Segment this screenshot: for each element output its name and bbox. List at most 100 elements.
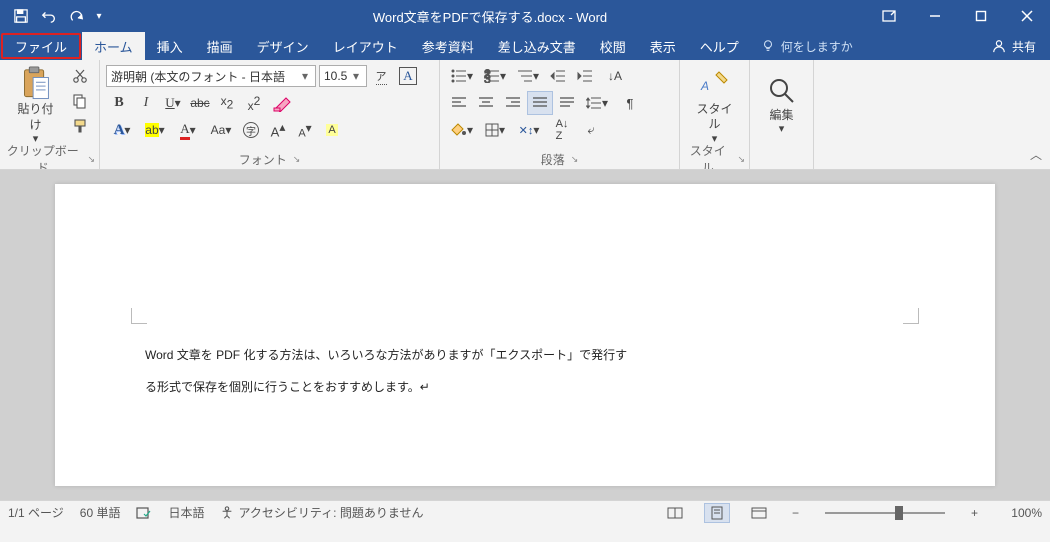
web-layout-icon[interactable] <box>746 503 772 523</box>
title-bar: ▾ Word文章をPDFで保存する.docx - Word <box>0 0 1050 32</box>
editing-button[interactable]: 編集▾ <box>761 64 803 148</box>
tab-insert[interactable]: 挿入 <box>145 32 195 60</box>
line-spacing-icon[interactable]: ▾ <box>581 91 613 115</box>
dialog-launcher-icon[interactable]: ↘ <box>293 154 301 165</box>
bold-icon[interactable]: B <box>106 91 132 115</box>
asian-layout-icon[interactable]: ✕↕▾ <box>512 118 546 142</box>
undo-icon[interactable] <box>36 3 62 29</box>
decrease-indent-icon[interactable] <box>545 64 571 88</box>
word-count[interactable]: 60 単語 <box>80 504 121 521</box>
zoom-slider[interactable] <box>825 512 945 514</box>
page[interactable]: Word 文章を PDF 化する方法は、いろいろな方法がありますが「エクスポート… <box>55 184 995 486</box>
save-icon[interactable] <box>8 3 34 29</box>
tab-references[interactable]: 参考資料 <box>410 32 486 60</box>
share-button[interactable]: 共有 <box>978 32 1050 60</box>
document-area[interactable]: Word 文章を PDF 化する方法は、いろいろな方法がありますが「エクスポート… <box>0 170 1050 500</box>
tab-help[interactable]: ヘルプ <box>688 32 751 60</box>
accessibility-icon <box>220 506 234 520</box>
spellcheck-icon[interactable] <box>136 506 152 520</box>
show-marks-icon[interactable]: ¶ <box>614 91 646 115</box>
bullets-icon[interactable]: ▾ <box>446 64 478 88</box>
accessibility[interactable]: アクセシビリティ: 問題ありません <box>220 504 423 521</box>
tell-me-label: 何をしますか <box>781 38 853 55</box>
char-border-icon[interactable]: A <box>395 64 421 88</box>
sort-az-icon[interactable]: A↓Z <box>547 118 577 142</box>
share-label: 共有 <box>1012 38 1036 55</box>
numbering-icon[interactable]: 123▾ <box>479 64 511 88</box>
ribbon-display-icon[interactable] <box>866 0 912 32</box>
styles-button[interactable]: A スタイル▾ <box>686 64 743 148</box>
group-paragraph-label: 段落 <box>541 151 565 168</box>
dialog-launcher-icon[interactable]: ↘ <box>571 154 579 165</box>
align-right-icon[interactable] <box>500 91 526 115</box>
print-layout-icon[interactable] <box>704 503 730 523</box>
document-text[interactable]: Word 文章を PDF 化する方法は、いろいろな方法がありますが「エクスポート… <box>145 339 905 403</box>
zoom-in-icon[interactable]: + <box>967 506 982 520</box>
sort-icon[interactable]: ↓A <box>599 64 631 88</box>
superscript-icon[interactable]: x2 <box>241 91 267 115</box>
italic-icon[interactable]: I <box>133 91 159 115</box>
tab-draw[interactable]: 描画 <box>195 32 245 60</box>
change-case-icon[interactable]: A <box>319 118 345 142</box>
tab-file[interactable]: ファイル <box>1 33 81 59</box>
group-editing: 編集▾ <box>750 60 814 169</box>
shading-icon[interactable]: ▾ <box>446 118 478 142</box>
dialog-launcher-icon[interactable]: ↘ <box>737 154 745 165</box>
format-painter-icon[interactable] <box>67 114 93 138</box>
status-bar: 1/1 ページ 60 単語 日本語 アクセシビリティ: 問題ありません − + … <box>0 500 1050 524</box>
clear-format-icon[interactable] <box>268 91 298 115</box>
highlight-icon[interactable]: ab▾ <box>139 118 171 142</box>
tab-view[interactable]: 表示 <box>638 32 688 60</box>
dialog-launcher-icon[interactable]: ↘ <box>87 154 95 165</box>
page-count[interactable]: 1/1 ページ <box>8 504 64 521</box>
lightbulb-icon <box>761 39 775 53</box>
paste-button[interactable]: 貼り付け▾ <box>6 64 65 148</box>
window-controls <box>866 0 1050 32</box>
font-color-icon[interactable]: A▾ <box>172 118 204 142</box>
margin-corner-icon <box>903 308 919 324</box>
phonetic-guide-icon[interactable]: ア <box>368 64 394 88</box>
tell-me[interactable]: 何をしますか <box>751 32 863 60</box>
group-font-label: フォント <box>239 151 287 168</box>
show-pilcrow-icon[interactable]: ⤶ <box>578 118 604 142</box>
char-shading-icon[interactable]: Aa▾ <box>205 118 237 142</box>
group-editing-label <box>750 149 813 169</box>
zoom-out-icon[interactable]: − <box>788 506 803 520</box>
language[interactable]: 日本語 <box>168 504 204 521</box>
enclose-char-icon[interactable]: 字 <box>238 118 264 142</box>
close-icon[interactable] <box>1004 0 1050 32</box>
align-center-icon[interactable] <box>473 91 499 115</box>
font-name-combo[interactable]: 游明朝 (本文のフォント - 日本語▾ <box>106 65 316 87</box>
subscript-icon[interactable]: x2 <box>214 91 240 115</box>
margin-corner-icon <box>131 308 147 324</box>
maximize-icon[interactable] <box>958 0 1004 32</box>
underline-icon[interactable]: U▾ <box>160 91 186 115</box>
copy-icon[interactable] <box>67 89 93 113</box>
tab-layout[interactable]: レイアウト <box>321 32 410 60</box>
shrink-font-icon[interactable]: A▾ <box>292 118 318 142</box>
strike-icon[interactable]: abc <box>187 91 213 115</box>
group-font: 游明朝 (本文のフォント - 日本語▾ 10.5▾ ア A B I U▾ abc… <box>100 60 440 169</box>
quick-access-toolbar: ▾ <box>0 3 114 29</box>
qat-customize-icon[interactable]: ▾ <box>92 3 106 29</box>
redo-icon[interactable] <box>64 3 90 29</box>
text-effects-icon[interactable]: A▾ <box>106 118 138 142</box>
increase-indent-icon[interactable] <box>572 64 598 88</box>
ribbon: 貼り付け▾ クリップボード↘ 游明朝 (本文のフォント - 日本語▾ 10.5▾… <box>0 60 1050 170</box>
multilevel-icon[interactable]: ▾ <box>512 64 544 88</box>
borders-icon[interactable]: ▾ <box>479 118 511 142</box>
justify-icon[interactable] <box>527 91 553 115</box>
align-left-icon[interactable] <box>446 91 472 115</box>
tab-home[interactable]: ホーム <box>82 32 145 60</box>
font-size-combo[interactable]: 10.5▾ <box>319 65 367 87</box>
minimize-icon[interactable] <box>912 0 958 32</box>
read-mode-icon[interactable] <box>662 503 688 523</box>
tab-design[interactable]: デザイン <box>245 32 321 60</box>
tab-review[interactable]: 校閲 <box>588 32 638 60</box>
distribute-icon[interactable] <box>554 91 580 115</box>
grow-font-icon[interactable]: A▴ <box>265 118 291 142</box>
collapse-ribbon-icon[interactable]: ︿ <box>1022 60 1050 169</box>
zoom-level[interactable]: 100% <box>998 506 1042 520</box>
tab-mailings[interactable]: 差し込み文書 <box>486 32 588 60</box>
cut-icon[interactable] <box>67 64 93 88</box>
